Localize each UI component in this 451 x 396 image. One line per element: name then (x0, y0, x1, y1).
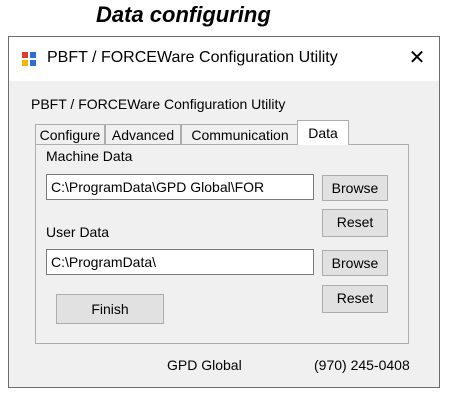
page-caption: Data configuring (96, 2, 271, 27)
tab-data[interactable]: Data (297, 120, 349, 145)
machine-data-reset-button[interactable]: Reset (322, 209, 388, 237)
machine-data-label: Machine Data (46, 148, 133, 164)
machine-data-path-input[interactable]: C:\ProgramData\GPD Global\FOR (46, 174, 314, 200)
data-tab-panel: Machine Data C:\ProgramData\GPD Global\F… (35, 144, 409, 344)
tab-configure[interactable]: Configure (35, 124, 105, 144)
window-title: PBFT / FORCEWare Configuration Utility (47, 49, 338, 66)
tab-communication[interactable]: Communication (181, 124, 299, 144)
finish-button[interactable]: Finish (56, 294, 164, 324)
user-data-reset-button[interactable]: Reset (322, 285, 388, 313)
close-icon[interactable]: ✕ (405, 46, 429, 70)
status-phone: (970) 245-0408 (314, 357, 410, 373)
app-label: PBFT / FORCEWare Configuration Utility (31, 96, 286, 112)
machine-data-browse-button[interactable]: Browse (322, 175, 388, 201)
tab-advanced[interactable]: Advanced (105, 124, 181, 144)
status-company: GPD Global (167, 357, 242, 373)
user-data-path-input[interactable]: C:\ProgramData\ (46, 249, 314, 275)
user-data-label: User Data (46, 224, 110, 240)
user-data-browse-button[interactable]: Browse (322, 250, 388, 276)
app-window-icon (21, 51, 37, 67)
title-bar[interactable]: PBFT / FORCEWare Configuration Utility ✕ (9, 37, 439, 81)
config-utility-window: PBFT / FORCEWare Configuration Utility ✕… (8, 36, 440, 388)
